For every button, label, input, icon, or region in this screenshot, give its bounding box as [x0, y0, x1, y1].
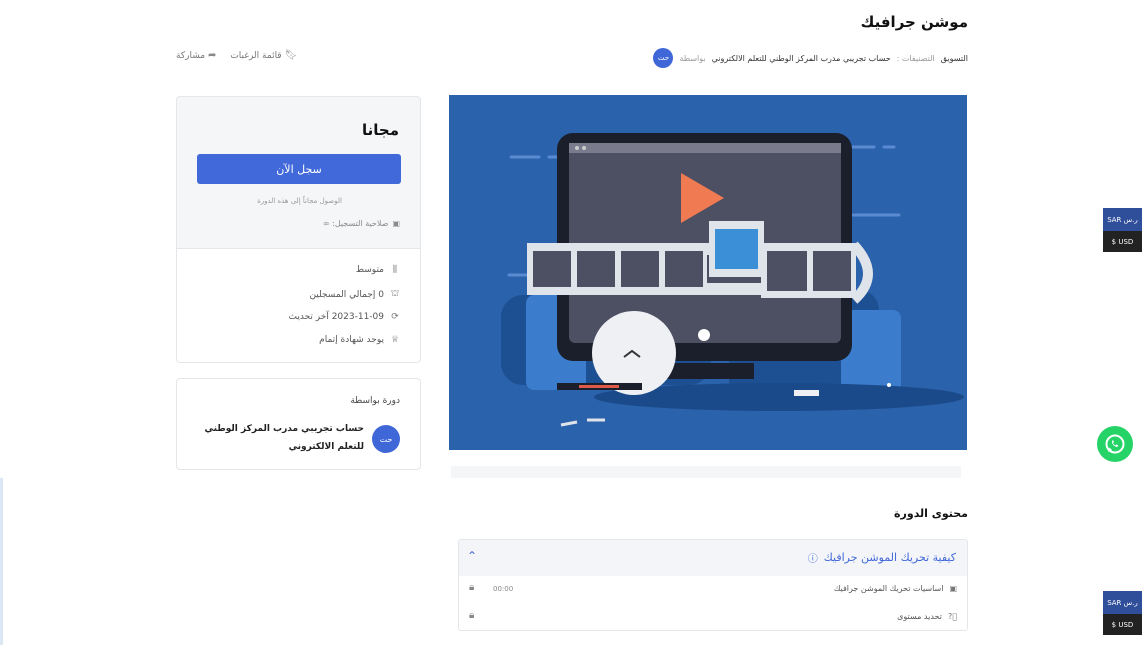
content-heading: محتوى الدورة	[894, 507, 968, 520]
currency-usd[interactable]: $ USD	[1103, 614, 1142, 635]
instructor-heading: دورة بواسطة	[350, 396, 400, 406]
share-label: مشاركة	[176, 51, 206, 61]
lesson-title: اساسيات تحريك الموشن جرافيك	[833, 584, 944, 593]
meta-level-text: متوسط	[355, 265, 384, 275]
enroll-button[interactable]: سجل الآن	[197, 154, 401, 184]
meta-certificate: ♕ يوجد شهادة إتمام	[319, 335, 400, 345]
whatsapp-icon	[1105, 434, 1125, 454]
course-actions: 🔖︎ قائمة الرغبات ➦ مشاركة	[176, 50, 297, 61]
whatsapp-button[interactable]	[1097, 426, 1133, 462]
update-icon: ⟳	[391, 312, 399, 322]
lock-icon: 🔒︎	[469, 610, 475, 621]
wishlist-label: قائمة الرغبات	[230, 51, 282, 61]
categories-label: التصنيفات :	[896, 53, 935, 63]
lesson-title-row: ?⃝ تحديد مستوى	[897, 612, 957, 621]
course-title: موشن جرافيك	[860, 13, 968, 31]
enrollment-validity: ▣ صلاحية التسجيل: ∞	[323, 219, 400, 228]
currency-switcher: SAR ر.س $ USD	[1103, 208, 1142, 252]
students-icon: ⛫	[390, 289, 400, 299]
quiz-icon: ?⃝	[947, 612, 957, 621]
thumbnail-illustration	[449, 95, 967, 450]
course-thumbnail	[449, 95, 967, 450]
instructor-avatar[interactable]: حت	[372, 425, 400, 453]
wishlist-button[interactable]: 🔖︎ قائمة الرغبات	[230, 50, 297, 61]
topic-title-row: كيفية تحريك الموشن جرافيك ⓘ	[808, 550, 956, 565]
currency-usd[interactable]: $ USD	[1103, 231, 1142, 252]
certificate-icon: ♕	[390, 335, 400, 345]
lesson-title-row: ▣ اساسيات تحريك الموشن جرافيك	[834, 584, 957, 593]
chevron-up-icon[interactable]: ⌃	[467, 549, 477, 563]
topic-accordion: كيفية تحريك الموشن جرافيك ⓘ ⌃ ▣ اساسيات …	[458, 539, 968, 631]
left-border	[0, 478, 3, 645]
lock-icon: 🔒︎	[469, 582, 475, 593]
currency-switcher: SAR ر.س $ USD	[1103, 591, 1142, 635]
author-link[interactable]: حساب تجريبي مدرب المركز الوطني للتعلم ال…	[712, 54, 891, 63]
author-row: حت بواسطة حساب تجريبي مدرب المركز الوطني…	[653, 48, 968, 68]
meta-updated: ⟳ 2023-11-09 آخر تحديث	[289, 312, 400, 322]
share-icon: ➦	[207, 50, 217, 61]
author-avatar[interactable]: حت	[653, 48, 674, 68]
price-label: مجانا	[362, 121, 399, 139]
bookmark-icon: 🔖︎	[284, 50, 298, 61]
lesson-row[interactable]: ?⃝ تحديد مستوى 🔒︎	[459, 606, 967, 630]
currency-sar[interactable]: SAR ر.س	[1103, 591, 1142, 614]
lesson-duration: 00:00	[493, 585, 514, 593]
meta-students: ⛫ 0 إجمالي المسجلين	[309, 289, 400, 300]
currency-sar[interactable]: SAR ر.س	[1103, 208, 1142, 231]
meta-updated-text: 2023-11-09 آخر تحديث	[288, 312, 384, 322]
level-icon: ⫼	[392, 265, 398, 275]
lesson-title: تحديد مستوى	[897, 612, 942, 621]
meta-students-text: 0 إجمالي المسجلين	[309, 289, 384, 300]
calendar-icon: ▣	[392, 219, 400, 228]
free-access-note: الوصول مجاناً إلى هذه الدورة	[257, 197, 342, 205]
topic-title: كيفية تحريك الموشن جرافيك	[823, 551, 956, 564]
info-icon[interactable]: ⓘ	[808, 550, 818, 565]
meta-certificate-text: يوجد شهادة إتمام	[319, 335, 384, 345]
share-button[interactable]: ➦ مشاركة	[176, 50, 216, 61]
instructor-name[interactable]: حساب تجريبي مدرب المركز الوطني للتعلم ال…	[199, 420, 364, 456]
by-label: بواسطة	[679, 53, 706, 63]
thumbnail-footer	[451, 466, 961, 478]
video-icon: ▣	[949, 584, 957, 593]
meta-level: ⫼ متوسط	[356, 265, 400, 275]
lesson-row[interactable]: ▣ اساسيات تحريك الموشن جرافيك 🔒︎ 00:00	[459, 578, 967, 602]
category-link[interactable]: التسويق	[941, 54, 968, 63]
course-meta-card: ⫼ متوسط ⛫ 0 إجمالي المسجلين ⟳ 2023-11-09…	[176, 248, 421, 363]
validity-text: صلاحية التسجيل: ∞	[322, 219, 389, 228]
topic-header[interactable]: كيفية تحريك الموشن جرافيك ⓘ ⌃	[459, 540, 967, 576]
enroll-card: مجانا سجل الآن الوصول مجاناً إلى هذه الد…	[176, 96, 421, 248]
instructor-card: دورة بواسطة حت حساب تجريبي مدرب المركز ا…	[176, 378, 421, 470]
